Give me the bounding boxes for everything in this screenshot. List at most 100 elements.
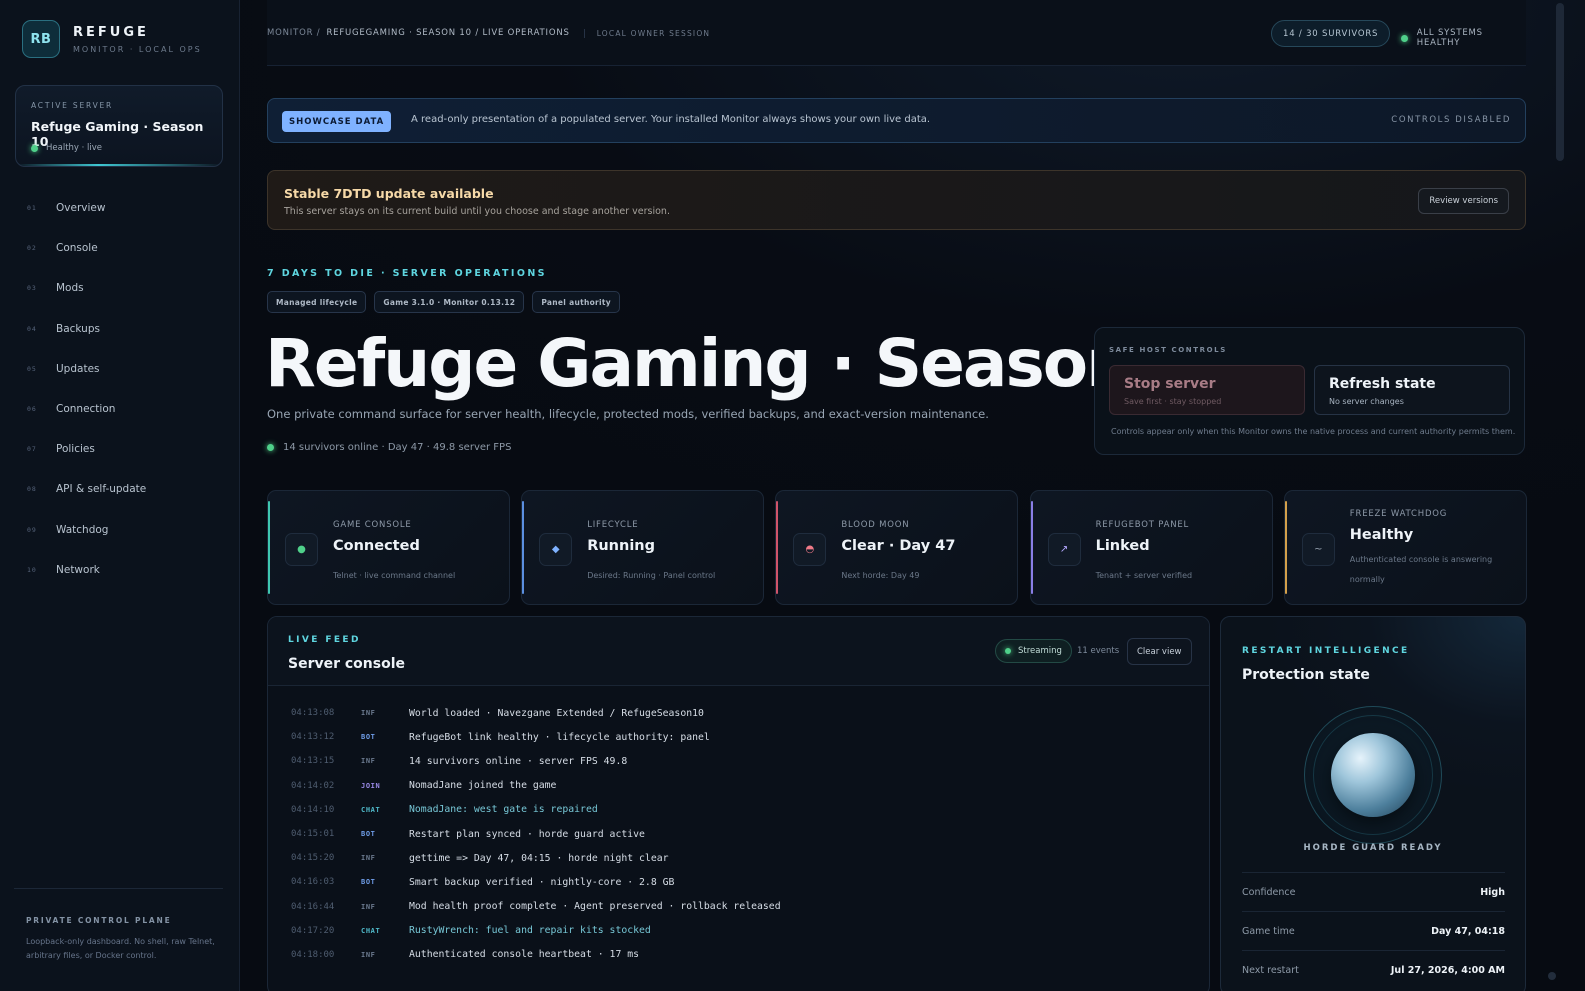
- console-log[interactable]: 04:13:08 INF World loaded · Navezgane Exte…: [291, 701, 1191, 967]
- streaming-dot-icon: [1005, 648, 1011, 654]
- sidebar-item-mods[interactable]: 03 Mods: [0, 268, 240, 308]
- log-timestamp: 04:14:10: [291, 804, 335, 815]
- sidebar-item-number: 10: [27, 565, 37, 574]
- lifecycle-icon: ◆: [539, 533, 573, 566]
- sidebar-item-network[interactable]: 10 Network: [0, 550, 240, 590]
- log-message: Authenticated console heartbeat · 17 ms: [409, 949, 640, 961]
- safe-controls-title: SAFE HOST CONTROLS: [1109, 346, 1227, 354]
- status-card-value: Healthy: [1349, 527, 1414, 543]
- restart-detail-value: Day 47, 04:18: [1431, 925, 1505, 937]
- pulse-icon: ~: [1301, 533, 1335, 566]
- log-kind-badge: INF: [361, 854, 376, 863]
- refresh-state-label: Refresh state: [1329, 376, 1436, 392]
- server-console: LIVE FEED Server console Streaming 11 ev…: [267, 616, 1210, 991]
- status-card-value: Running: [587, 538, 655, 554]
- brand-subtitle: MONITOR · LOCAL OPS: [73, 44, 202, 54]
- hero-tag: Panel authority: [532, 291, 620, 313]
- log-kind-badge: BOT: [361, 878, 376, 887]
- sidebar-item-label: Overview: [56, 202, 106, 215]
- stop-server-sub: Save first · stay stopped: [1124, 397, 1222, 406]
- update-text: This server stays on its current build u…: [284, 206, 670, 217]
- sidebar-footer-text: Loopback-only dashboard. No shell, raw T…: [26, 937, 215, 960]
- status-card-label: BLOOD MOON: [841, 520, 910, 530]
- status-card-sub: Next horde: Day 49: [841, 571, 920, 580]
- restart-eyebrow: RESTART INTELLIGENCE: [1242, 646, 1410, 656]
- streaming-badge: Streaming: [995, 639, 1072, 663]
- controls-disabled-label: CONTROLS DISABLED: [1391, 115, 1511, 125]
- log-message: gettime => Day 47, 04:15 · horde night c…: [409, 852, 669, 864]
- stop-server-label: Stop server: [1124, 376, 1216, 392]
- sidebar-item-policies[interactable]: 07 Policies: [0, 429, 240, 469]
- log-line: 04:18:00 INF Authenticated console heartbe…: [291, 943, 1191, 967]
- review-versions-button[interactable]: Review versions: [1418, 188, 1509, 214]
- clear-view-button[interactable]: Clear view: [1127, 638, 1192, 665]
- restart-detail-row: Game time Day 47, 04:18: [1242, 911, 1505, 950]
- system-health: ALL SYSTEMS HEALTHY: [1401, 28, 1526, 48]
- status-card-label: LIFECYCLE: [587, 520, 639, 530]
- status-card-label: FREEZE WATCHDOG: [1349, 509, 1448, 519]
- console-header: LIVE FEED Server console Streaming 11 ev…: [268, 617, 1209, 686]
- sidebar-item-label: Watchdog: [56, 523, 109, 536]
- link-icon: ↗: [1047, 533, 1081, 566]
- status-card-value: Linked: [1095, 538, 1150, 554]
- sidebar-item-number: 06: [27, 405, 37, 414]
- status-card-lifecycle[interactable]: ◆ LIFECYCLE Running Desired: Running · Pane…: [521, 490, 765, 605]
- sidebar-item-number: 01: [27, 204, 37, 213]
- status-card-console[interactable]: ● GAME CONSOLE Connected Telnet · live comm…: [267, 490, 510, 605]
- active-server-status: Healthy · live: [31, 143, 102, 153]
- status-card-label: REFUGEBOT PANEL: [1095, 520, 1190, 530]
- log-line: 04:13:12 BOT RefugeBot link healthy · life…: [291, 725, 1191, 749]
- active-server-card[interactable]: ACTIVE SERVER Refuge Gaming · Season 10 …: [15, 85, 223, 167]
- status-dot-icon: [31, 144, 38, 152]
- sidebar-item-console[interactable]: 02 Console: [0, 228, 240, 268]
- log-kind-badge: INF: [361, 757, 376, 766]
- refresh-state-button[interactable]: Refresh state No server changes: [1314, 365, 1510, 415]
- moon-icon: ◓: [793, 533, 827, 566]
- sidebar-item-number: 03: [27, 284, 37, 293]
- sidebar-item-number: 05: [27, 364, 37, 373]
- scrollbar-thumb[interactable]: [1556, 3, 1564, 161]
- sidebar-item-updates[interactable]: 05 Updates: [0, 349, 240, 389]
- restart-detail-row: Confidence High: [1242, 872, 1505, 911]
- restart-detail-key: Game time: [1242, 925, 1295, 937]
- restart-title: Protection state: [1242, 667, 1370, 683]
- status-card-link[interactable]: ↗ REFUGEBOT PANEL Linked Tenant + server ve…: [1029, 490, 1273, 605]
- system-health-text: ALL SYSTEMS HEALTHY: [1416, 28, 1483, 48]
- stop-server-button[interactable]: Stop server Save first · stay stopped: [1109, 365, 1305, 415]
- sidebar-item-watchdog[interactable]: 09 Watchdog: [0, 510, 240, 550]
- survivors-pill: 14 / 30 SURVIVORS: [1271, 20, 1391, 47]
- sidebar-item-api-self-update[interactable]: 08 API & self-update: [0, 469, 240, 509]
- log-timestamp: 04:13:08: [291, 708, 335, 719]
- sidebar-item-number: 09: [27, 525, 37, 534]
- hero-stat-text: 14 survivors online · Day 47 · 49.8 serv…: [283, 442, 512, 453]
- status-card-moon[interactable]: ◓ BLOOD MOON Clear · Day 47 Next horde: Day…: [775, 490, 1019, 605]
- log-message: NomadJane joined the game: [409, 780, 557, 792]
- brand-logo: RB: [22, 20, 60, 58]
- status-card-pulse[interactable]: ~ FREEZE WATCHDOG Healthy Authenticated con…: [1283, 490, 1527, 605]
- breadcrumb-root[interactable]: MONITOR /: [267, 28, 320, 38]
- hero-stat: 14 survivors online · Day 47 · 49.8 serv…: [267, 442, 511, 453]
- session-label: LOCAL OWNER SESSION: [583, 28, 711, 38]
- event-count: 11 events: [1077, 646, 1120, 656]
- sidebar-item-number: 07: [27, 445, 37, 454]
- log-message: RefugeBot link healthy · lifecycle autho…: [409, 731, 710, 743]
- log-kind-badge: CHAT: [361, 805, 381, 814]
- sidebar-item-label: API & self-update: [56, 483, 147, 496]
- sidebar-item-overview[interactable]: 01 Overview: [0, 188, 240, 228]
- status-card-sub: Telnet · live command channel: [333, 571, 456, 580]
- scroll-down-icon[interactable]: [1548, 972, 1556, 980]
- top-bar: MONITOR / REFUGEGAMING · SEASON 10 / LIV…: [267, 0, 1526, 66]
- log-kind-badge: INF: [361, 950, 376, 959]
- sidebar-item-backups[interactable]: 04 Backups: [0, 309, 240, 349]
- log-message: Restart plan synced · horde guard active: [409, 828, 645, 840]
- log-timestamp: 04:15:20: [291, 853, 335, 864]
- console-icon: ●: [285, 533, 318, 566]
- brand: RB REFUGE MONITOR · LOCAL OPS: [22, 20, 202, 58]
- orb-sphere-icon: [1331, 733, 1415, 817]
- log-timestamp: 04:15:01: [291, 829, 335, 840]
- update-title: Stable 7DTD update available: [284, 186, 494, 201]
- active-server-label: ACTIVE SERVER: [31, 101, 114, 110]
- sidebar-nav: 01 Overview 02 Console 03 Mods 04 Backups 05 Upda…: [0, 188, 240, 590]
- showcase-banner: SHOWCASE DATA A read-only presentation o…: [267, 98, 1526, 143]
- sidebar-item-connection[interactable]: 06 Connection: [0, 389, 240, 429]
